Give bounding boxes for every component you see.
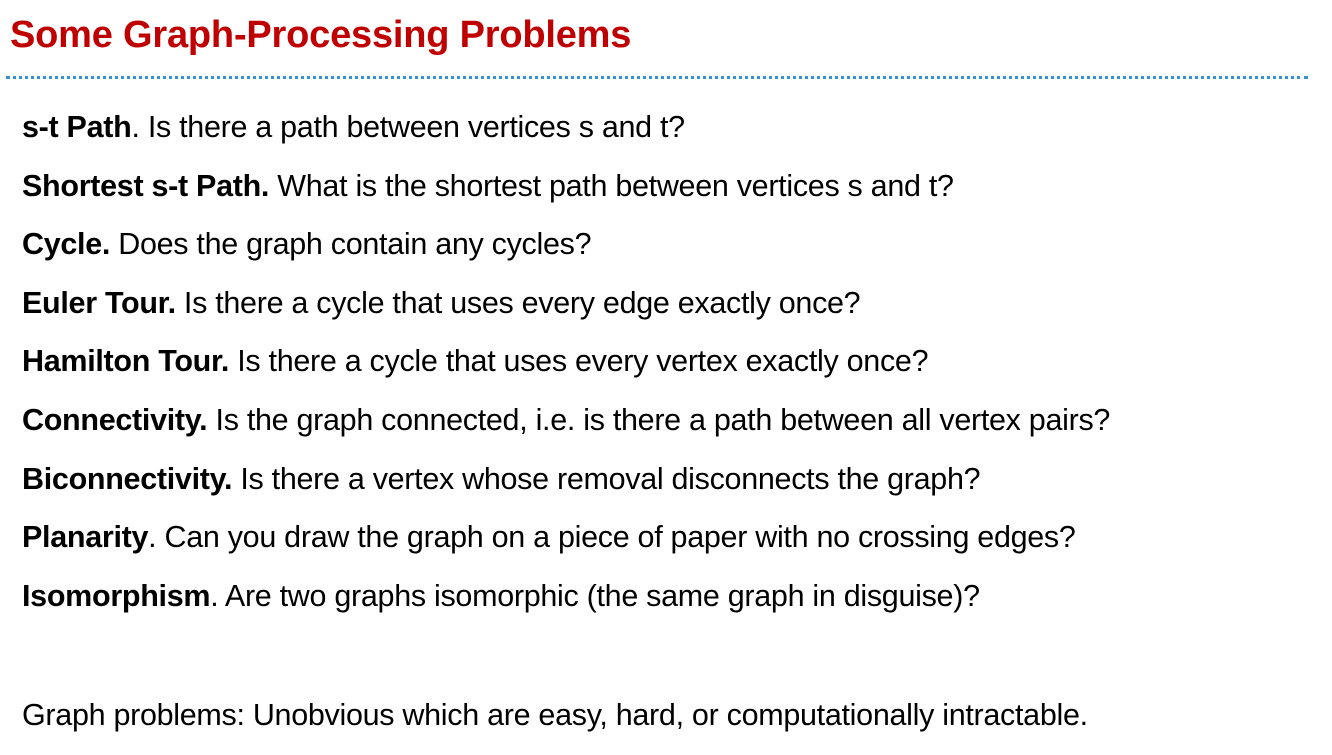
problem-item-st-path: s-t Path. Is there a path between vertic… xyxy=(22,104,1110,163)
problem-description: Can you draw the graph on a piece of pap… xyxy=(156,520,1076,555)
problem-item-biconnectivity: Biconnectivity. Is there a vertex whose … xyxy=(22,456,1110,515)
problem-term: Shortest s-t Path. xyxy=(22,168,270,203)
problem-description: Is there a path between vertices s and t… xyxy=(139,110,685,144)
problem-term: Hamilton Tour. xyxy=(22,344,230,379)
problem-item-connectivity: Connectivity. Is the graph connected, i.… xyxy=(22,397,1110,456)
problem-term: Isomorphism xyxy=(22,578,211,613)
problem-term-period: . xyxy=(131,110,140,144)
problem-list: s-t Path. Is there a path between vertic… xyxy=(22,104,1110,631)
problem-description: Does the graph contain any cycles? xyxy=(110,227,592,262)
problem-item-shortest-st-path: Shortest s-t Path. What is the shortest … xyxy=(22,163,1110,222)
problem-term: Planarity xyxy=(22,520,149,555)
problem-description: Is there a vertex whose removal disconne… xyxy=(232,461,981,496)
problem-item-hamilton-tour: Hamilton Tour. Is there a cycle that use… xyxy=(22,338,1110,397)
problem-item-isomorphism: Isomorphism. Are two graphs isomorphic (… xyxy=(22,573,1110,632)
problem-item-cycle: Cycle. Does the graph contain any cycles… xyxy=(22,221,1110,280)
problem-description: Is there a cycle that uses every edge ex… xyxy=(175,285,861,320)
problem-description: Is the graph connected, i.e. is there a … xyxy=(207,402,1111,437)
problem-item-planarity: Planarity. Can you draw the graph on a p… xyxy=(22,514,1110,573)
problem-description: Is there a cycle that uses every vertex … xyxy=(229,344,929,379)
problem-term: s-t Path xyxy=(22,110,132,144)
slide-title: Some Graph-Processing Problems xyxy=(10,14,632,56)
problem-term: Euler Tour. xyxy=(22,285,176,320)
summary-text: Graph problems: Unobvious which are easy… xyxy=(22,698,1088,732)
problem-term: Connectivity. xyxy=(22,402,208,437)
problem-term: Cycle. xyxy=(22,227,111,262)
title-divider xyxy=(6,76,1308,79)
problem-term: Biconnectivity. xyxy=(22,461,233,496)
problem-description: Are two graphs isomorphic (the same grap… xyxy=(218,578,980,613)
problem-item-euler-tour: Euler Tour. Is there a cycle that uses e… xyxy=(22,280,1110,339)
problem-description: What is the shortest path between vertic… xyxy=(269,168,954,203)
